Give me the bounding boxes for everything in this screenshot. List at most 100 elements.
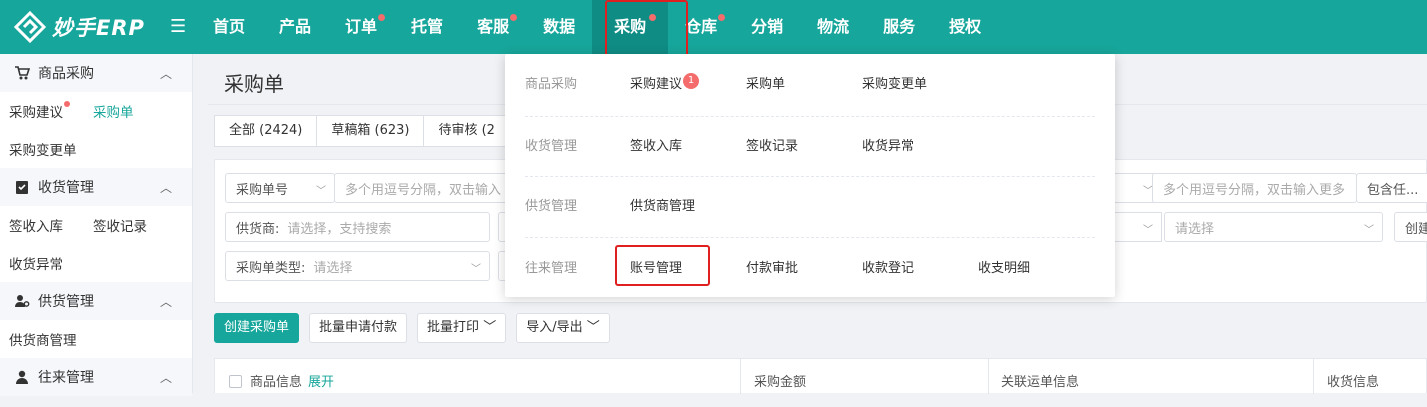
order-no-input[interactable]: 多个用逗号分隔，双击输入	[334, 173, 514, 203]
nav-warehouse[interactable]: 仓库	[668, 0, 734, 54]
logo[interactable]: 妙手ERP	[14, 11, 145, 43]
tab-all[interactable]: 全部 (2424)	[214, 115, 318, 147]
dropdown-row: 供货管理 供货商管理	[505, 176, 1115, 238]
sidebar-group-purchase[interactable]: 商品采购 ︿	[0, 54, 192, 92]
menu-item-purchase-change[interactable]: 采购变更单	[862, 54, 927, 116]
notification-dot	[378, 14, 386, 21]
status-select[interactable]: 请选择 ﹀	[1164, 212, 1383, 242]
sidebar-item-purchase-order[interactable]: 采购单	[93, 101, 134, 121]
nav-hosting[interactable]: 托管	[394, 0, 460, 54]
page-title: 采购单	[224, 72, 284, 96]
sidebar-item-supplier-manage[interactable]: 供货商管理	[9, 329, 77, 349]
menu-item-purchase-advice[interactable]: 采购建议 1	[630, 54, 700, 116]
menu-item-income-expense-detail[interactable]: 收支明细	[978, 238, 1030, 300]
sidebar-group-accounts[interactable]: 往来管理 ︿	[0, 358, 192, 396]
dropdown-row: 收货管理 签收入库 签收记录 收货异常	[505, 116, 1115, 178]
sidebar-item-sign-records[interactable]: 签收记录	[93, 215, 147, 235]
sidebar-item-purchase-change[interactable]: 采购变更单	[9, 139, 77, 159]
nav-logistics[interactable]: 物流	[800, 0, 866, 54]
select-caret-box[interactable]: ﹀	[1110, 212, 1162, 242]
th-receive: 收货信息	[1327, 375, 1380, 390]
nav-order[interactable]: 订单	[328, 0, 394, 54]
chevron-down-icon: ﹀	[471, 264, 481, 275]
dropdown-category: 供货管理	[525, 199, 578, 214]
action-bar: 创建采购单 批量申请付款 批量打印 ﹀ 导入/导出 ﹀	[214, 313, 620, 343]
sidebar: 商品采购 ︿ 采购建议 采购单 采购变更单 收货管理 ︿ 签收入库 签收记录 收…	[0, 54, 193, 396]
supplier-icon	[15, 295, 30, 307]
sidebar-row: 供货商管理	[0, 320, 192, 358]
menu-item-payment-approval[interactable]: 付款审批	[746, 238, 798, 300]
sidebar-item-purchase-advice[interactable]: 采购建议	[9, 101, 70, 121]
tab-draft[interactable]: 草稿箱 (623)	[316, 115, 425, 147]
notification-dot	[718, 14, 726, 21]
top-navbar: 妙手ERP ☰ 首页 产品 订单 托管 客服 数据 采购 仓库 分销 物流 服务…	[0, 0, 1427, 54]
main-nav: 首页 产品 订单 托管 客服 数据 采购 仓库 分销 物流 服务 授权	[196, 0, 998, 54]
column-divider	[988, 359, 989, 394]
chevron-down-icon: ﹀	[316, 186, 326, 197]
menu-item-supplier-manage[interactable]: 供货商管理	[630, 176, 695, 238]
nav-services[interactable]: 服务	[866, 0, 932, 54]
menu-toggle-icon[interactable]: ☰	[170, 16, 188, 38]
notification-dot	[64, 101, 70, 107]
right-search-input[interactable]: 多个用逗号分隔，双击输入更多	[1152, 173, 1357, 203]
chevron-up-icon: ︿	[159, 66, 172, 81]
sidebar-item-receive-exception[interactable]: 收货异常	[9, 253, 63, 273]
create-time-select[interactable]: 创建	[1394, 212, 1427, 242]
dropdown-row: 商品采购 采购建议 1 采购单 采购变更单	[505, 54, 1115, 116]
batch-print-button[interactable]: 批量打印 ﹀	[417, 313, 507, 343]
dropdown-category: 往来管理	[525, 261, 578, 276]
nav-authorization[interactable]: 授权	[932, 0, 998, 54]
sidebar-item-sign-in-stock[interactable]: 签收入库	[9, 215, 63, 235]
expand-link[interactable]: 展开	[308, 375, 334, 390]
notification-dot	[649, 14, 657, 21]
sidebar-group-receiving[interactable]: 收货管理 ︿	[0, 168, 192, 206]
count-badge: 1	[683, 73, 700, 89]
purchase-dropdown-menu: 商品采购 采购建议 1 采购单 采购变更单 收货管理 签收入库 签收记录 收货异常…	[505, 54, 1115, 297]
th-waybill: 关联运单信息	[1001, 375, 1080, 390]
notification-dot	[510, 14, 518, 21]
create-purchase-order-button[interactable]: 创建采购单	[214, 313, 300, 343]
dropdown-row: 往来管理 账号管理 付款审批 收款登记 收支明细	[505, 238, 1115, 300]
th-amount: 采购金额	[754, 375, 807, 390]
nav-home[interactable]: 首页	[196, 0, 262, 54]
column-divider	[740, 359, 741, 394]
menu-item-purchase-order[interactable]: 采购单	[746, 54, 785, 116]
tab-pending-review[interactable]: 待审核 (2	[423, 115, 510, 147]
batch-payment-button[interactable]: 批量申请付款	[309, 313, 408, 343]
sidebar-row: 采购建议 采购单	[0, 92, 192, 130]
menu-item-sign-in-stock[interactable]: 签收入库	[630, 116, 682, 178]
checklist-icon	[16, 181, 28, 194]
menu-item-account-manage[interactable]: 账号管理	[630, 238, 682, 300]
menu-item-receipt-register[interactable]: 收款登记	[862, 238, 914, 300]
dropdown-category: 收货管理	[525, 139, 578, 154]
column-divider	[1313, 359, 1314, 394]
order-type-select[interactable]: 采购单类型: 请选择 ﹀	[225, 251, 490, 281]
sidebar-row: 收货异常	[0, 244, 192, 282]
import-export-button[interactable]: 导入/导出 ﹀	[516, 313, 610, 343]
chevron-up-icon: ︿	[159, 180, 172, 195]
th-product: 商品信息 展开	[229, 359, 334, 394]
menu-item-receive-exception[interactable]: 收货异常	[862, 116, 914, 178]
nav-purchase[interactable]: 采购	[592, 0, 669, 54]
chevron-down-icon: ﹀	[1364, 225, 1374, 236]
nav-data[interactable]: 数据	[526, 0, 592, 54]
chevron-up-icon: ︿	[159, 370, 172, 385]
nav-product[interactable]: 产品	[262, 0, 328, 54]
contains-select[interactable]: 包含任...	[1356, 173, 1427, 203]
sidebar-row: 签收入库 签收记录	[0, 206, 192, 244]
nav-service[interactable]: 客服	[460, 0, 526, 54]
nav-distribution[interactable]: 分销	[734, 0, 800, 54]
user-icon	[16, 370, 28, 384]
menu-item-sign-records[interactable]: 签收记录	[746, 116, 798, 178]
supplier-select[interactable]: 供货商: 请选择，支持搜索	[225, 212, 490, 242]
chevron-down-icon: ﹀	[1143, 225, 1153, 236]
logo-icon	[14, 11, 46, 43]
sidebar-group-supply[interactable]: 供货管理 ︿	[0, 282, 192, 320]
sidebar-row: 采购变更单	[0, 130, 192, 168]
select-all-checkbox[interactable]	[229, 375, 242, 388]
logo-text: 妙手ERP	[52, 16, 145, 40]
cart-icon	[15, 66, 30, 80]
chevron-down-icon: ﹀	[483, 320, 497, 335]
chevron-down-icon: ﹀	[586, 320, 600, 335]
order-no-type-select[interactable]: 采购单号 ﹀	[225, 173, 335, 203]
